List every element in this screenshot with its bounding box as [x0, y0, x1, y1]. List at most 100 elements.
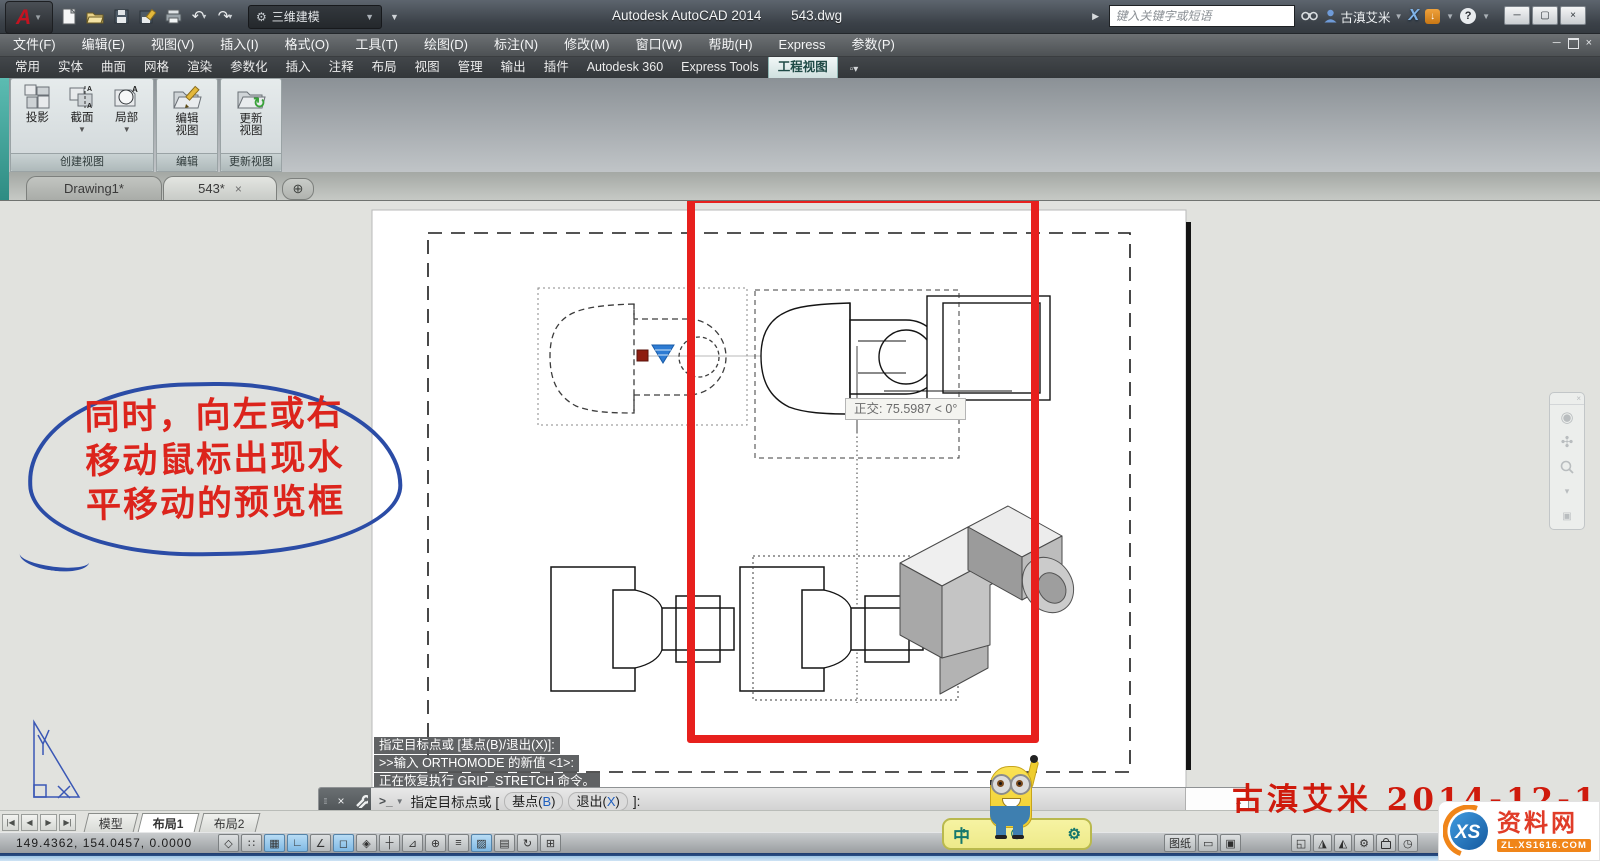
maximize-button[interactable]: ▢ [1532, 6, 1558, 25]
workspace-switcher[interactable]: ⚙ 三维建模 ▼ [248, 4, 382, 29]
menu-dimension[interactable]: 标注(N) [481, 33, 551, 56]
help-button[interactable]: ? [1460, 8, 1477, 24]
open-file-button[interactable] [84, 6, 106, 28]
ribbon-tab-mesh[interactable]: 网格 [135, 56, 178, 78]
download-apps-icon[interactable]: ↓ [1425, 8, 1441, 24]
ribbon-tab-plugins[interactable]: 插件 [535, 56, 578, 78]
annotation-monitor-icon[interactable]: ⊞ [540, 834, 561, 852]
clean-screen-icon[interactable]: ◷ [1398, 834, 1418, 852]
polar-tracking-icon[interactable]: ∠ [310, 834, 331, 852]
ribbon-tab-annotate[interactable]: 注释 [320, 56, 363, 78]
projection-view-button[interactable]: 投影 [17, 82, 58, 124]
menu-express[interactable]: Express [766, 33, 839, 56]
navbar-close-icon[interactable]: × [1576, 394, 1581, 403]
snap-mode-icon[interactable]: ∷ [241, 834, 262, 852]
close-button[interactable]: × [1560, 6, 1586, 25]
option-basepoint-button[interactable]: 基点(B) [504, 791, 564, 811]
close-icon[interactable]: × [235, 182, 242, 196]
new-drawing-button[interactable]: ⊕ [282, 178, 314, 200]
doc-minimize-button[interactable]: ─ [1553, 37, 1561, 49]
ribbon-tab-layout[interactable]: 布局 [363, 56, 406, 78]
object-snap-tracking-icon[interactable]: ┼ [379, 834, 400, 852]
detail-view-button[interactable]: A 局部 ▼ [106, 82, 147, 134]
ortho-mode-icon[interactable]: ∟ [287, 834, 308, 852]
zoom-icon[interactable] [1550, 455, 1584, 480]
annotation-scale-gear-icon[interactable]: ⚙ [1354, 834, 1375, 852]
transparency-icon[interactable]: ▨ [471, 834, 492, 852]
ribbon-tab-view[interactable]: 视图 [406, 56, 449, 78]
ribbon-tab-render[interactable]: 渲染 [178, 56, 221, 78]
menu-insert[interactable]: 插入(I) [207, 33, 271, 56]
file-tab-drawing1[interactable]: Drawing1* [26, 176, 162, 200]
panel-label-edit[interactable]: 编辑 [157, 153, 217, 171]
save-button[interactable] [110, 6, 132, 28]
dynamic-input-icon[interactable]: ⊕ [425, 834, 446, 852]
orbit-dropdown-icon[interactable]: ▾ [1550, 479, 1584, 504]
grid-display-icon[interactable]: ▦ [264, 834, 285, 852]
application-menu-button[interactable]: A ▼ [5, 1, 53, 34]
ribbon-tab-express-tools[interactable]: Express Tools [672, 56, 768, 78]
tab-layout2[interactable]: 布局2 [198, 812, 260, 832]
command-prompt-icon[interactable]: >_ ▼ [379, 794, 404, 808]
dynamic-ucs-icon[interactable]: ⊿ [402, 834, 423, 852]
infer-constraints-icon[interactable]: ◇ [218, 834, 239, 852]
ribbon-tab-parametric[interactable]: 参数化 [221, 56, 277, 78]
file-tab-543[interactable]: 543* × [163, 176, 277, 200]
minimize-button[interactable]: ─ [1504, 6, 1530, 25]
tab-model[interactable]: 模型 [83, 812, 139, 832]
ribbon-tab-insert[interactable]: 插入 [277, 56, 320, 78]
ribbon-tab-home[interactable]: 常用 [6, 56, 49, 78]
panel-label-update-view[interactable]: 更新视图 [221, 153, 281, 171]
pan-icon[interactable]: ✣ [1550, 430, 1584, 455]
qat-dropdown-button[interactable]: ▼ [390, 12, 399, 22]
menu-view[interactable]: 视图(V) [138, 33, 207, 56]
menu-help[interactable]: 帮助(H) [696, 33, 766, 56]
save-as-button[interactable] [136, 6, 158, 28]
undo-button[interactable]: ↶ ▾ [188, 6, 210, 28]
menu-modify[interactable]: 修改(M) [551, 33, 623, 56]
annotation-autoscale-icon[interactable]: ◭ [1333, 834, 1353, 852]
menu-edit[interactable]: 编辑(E) [69, 33, 138, 56]
selection-cycling-icon[interactable]: ↻ [517, 834, 538, 852]
tab-layout1[interactable]: 布局1 [137, 812, 200, 832]
quick-view-layouts-icon[interactable]: ▭ [1198, 834, 1219, 852]
binoculars-search-icon[interactable] [1300, 9, 1318, 24]
search-input[interactable]: 键入关键字或短语 [1108, 5, 1295, 27]
new-file-button[interactable] [58, 6, 80, 28]
showmotion-icon[interactable]: ▣ [1550, 504, 1584, 529]
menu-window[interactable]: 窗口(W) [623, 33, 696, 56]
3d-object-snap-icon[interactable]: ◈ [356, 834, 377, 852]
quick-view-drawings-icon[interactable]: ▣ [1220, 834, 1241, 852]
coordinate-readout[interactable]: 149.4362, 154.0457, 0.0000 [16, 836, 192, 850]
section-view-button[interactable]: AA 截面 ▼ [62, 82, 103, 134]
lineweight-icon[interactable]: ≡ [448, 834, 469, 852]
quick-properties-icon[interactable]: ▤ [494, 834, 515, 852]
paper-model-toggle-button[interactable]: 图纸 [1164, 834, 1196, 852]
option-exit-button[interactable]: 退出(X) [568, 791, 628, 811]
menu-parametric[interactable]: 参数(P) [839, 33, 908, 56]
ribbon-tab-drawing-views[interactable]: 工程视图 [767, 55, 838, 78]
redo-button[interactable]: ↷ ▾ [214, 6, 236, 28]
update-view-button[interactable]: ↻ 更新视图 [228, 82, 274, 137]
ribbon-minimize-button[interactable]: ▫▾ [844, 61, 865, 78]
ime-punctuation-button[interactable]: ’ [962, 826, 966, 843]
viewport-maximize-icon[interactable]: ◱ [1290, 834, 1312, 852]
last-layout-button[interactable]: ▶| [59, 813, 76, 831]
edit-view-button[interactable]: 编辑视图 [164, 82, 210, 137]
ribbon-tab-autodesk360[interactable]: Autodesk 360 [578, 56, 672, 78]
navigation-wheel-icon[interactable]: ◉ [1550, 405, 1584, 430]
first-layout-button[interactable]: |◀ [2, 813, 19, 831]
ribbon-tab-surface[interactable]: 曲面 [92, 56, 135, 78]
doc-close-button[interactable]: × [1586, 37, 1592, 49]
annotation-visibility-icon[interactable]: ◮ [1313, 834, 1332, 852]
ribbon-tab-output[interactable]: 输出 [492, 56, 535, 78]
plot-button[interactable] [162, 6, 184, 28]
object-snap-icon[interactable]: ◻ [333, 834, 354, 852]
next-layout-button[interactable]: ▶ [40, 813, 57, 831]
infocenter-collapse-button[interactable]: ▶ [1089, 7, 1103, 25]
ribbon-tab-manage[interactable]: 管理 [449, 56, 492, 78]
gear-icon[interactable]: ⚙ [1068, 825, 1081, 843]
prev-layout-button[interactable]: ◀ [21, 813, 38, 831]
lock-icon[interactable] [1376, 834, 1397, 852]
signin-user[interactable]: 古滇艾米 ▼ [1324, 7, 1402, 26]
